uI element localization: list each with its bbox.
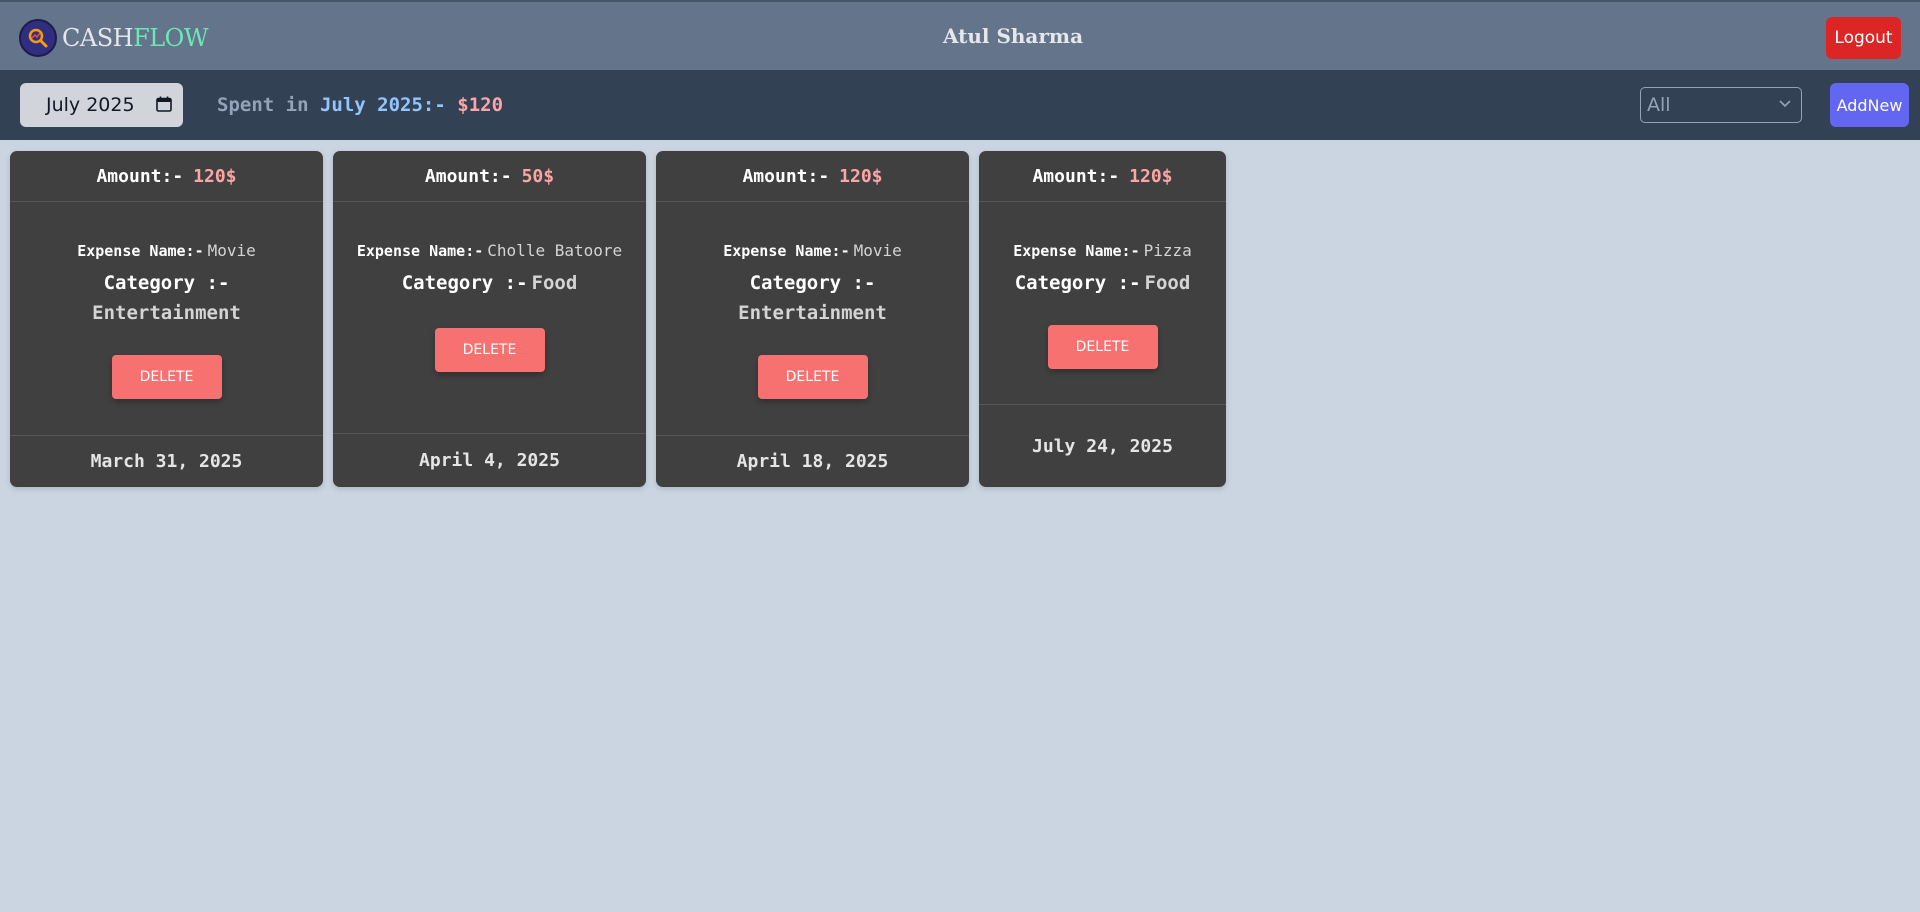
delete-button[interactable]: DELETE (757, 355, 868, 399)
expense-category: Entertainment (92, 302, 241, 324)
category-label: Category :- (1014, 272, 1141, 294)
amount-label: Amount:- (96, 165, 184, 187)
expense-name: Pizza (1143, 241, 1192, 260)
expense-date: July 24, 2025 (979, 404, 1226, 487)
chevron-down-icon (1779, 100, 1791, 108)
expense-category-row: Category :- Entertainment (676, 268, 949, 328)
spent-amount: $120 (457, 94, 504, 116)
user-name: Atul Sharma (942, 24, 1084, 48)
delete-button[interactable]: DELETE (1047, 325, 1158, 369)
expense-amount-row: Amount:- 120$ (656, 151, 969, 202)
month-picker-input[interactable]: July 2025 (20, 83, 183, 127)
amount-label: Amount:- (424, 165, 512, 187)
expense-amount: 120$ (193, 165, 237, 187)
amount-label: Amount:- (1032, 165, 1120, 187)
toolbar: July 2025 Spent in July 2025:- $120 All … (0, 70, 1920, 140)
expense-name: Movie (207, 241, 256, 260)
expense-name-row: Expense Name:- Movie (30, 237, 303, 265)
expense-date: April 4, 2025 (333, 433, 646, 487)
expense-category-row: Category :- Food (999, 268, 1206, 298)
category-label: Category :- (103, 272, 230, 294)
expense-category-row: Category :- Entertainment (30, 268, 303, 328)
top-navbar: CASHFLOW Atul Sharma Logout (0, 0, 1920, 70)
expense-amount-row: Amount:- 120$ (979, 151, 1226, 202)
expense-card: Amount:- 120$ Expense Name:- Pizza Catego… (979, 151, 1226, 487)
spent-month: July 2025:- (319, 94, 446, 116)
expense-amount: 50$ (521, 165, 555, 187)
expense-name-label: Expense Name:- (1013, 242, 1140, 260)
expense-amount-row: Amount:- 120$ (10, 151, 323, 202)
monthly-spent-summary: Spent in July 2025:- $120 (217, 94, 503, 116)
expense-name-row: Expense Name:- Movie (676, 237, 949, 265)
amount-label: Amount:- (742, 165, 830, 187)
calendar-icon[interactable] (156, 96, 172, 112)
logout-button[interactable]: Logout (1826, 17, 1901, 59)
expense-category-row: Category :- Food (353, 268, 626, 298)
expense-name-row: Expense Name:- Pizza (999, 237, 1206, 265)
expense-card: Amount:- 50$ Expense Name:- Cholle Batoor… (333, 151, 646, 487)
expense-name-label: Expense Name:- (356, 242, 484, 260)
delete-button[interactable]: DELETE (111, 355, 222, 399)
category-filter-select[interactable]: All (1640, 87, 1802, 123)
expense-name-label: Expense Name:- (723, 242, 850, 260)
category-filter-value: All (1647, 94, 1671, 116)
expense-category: Entertainment (738, 302, 887, 324)
expense-category: Food (1144, 272, 1191, 294)
delete-button[interactable]: DELETE (434, 328, 545, 372)
expense-name: Movie (853, 241, 902, 260)
spent-label: Spent in (217, 94, 309, 116)
expense-name-row: Expense Name:- Cholle Batoore (353, 237, 626, 265)
expense-amount-row: Amount:- 50$ (333, 151, 646, 202)
category-label: Category :- (401, 272, 528, 294)
add-new-button[interactable]: AddNew (1830, 83, 1909, 127)
expense-card: Amount:- 120$ Expense Name:- Movie Catego… (10, 151, 323, 487)
expense-date: March 31, 2025 (10, 435, 323, 487)
expense-name: Cholle Batoore (487, 241, 623, 260)
expense-amount: 120$ (1129, 165, 1173, 187)
expense-amount: 120$ (839, 165, 883, 187)
expense-name-label: Expense Name:- (77, 242, 204, 260)
expense-category: Food (531, 272, 578, 294)
category-label: Category :- (749, 272, 876, 294)
expense-date: April 18, 2025 (656, 435, 969, 487)
expense-card: Amount:- 120$ Expense Name:- Movie Catego… (656, 151, 969, 487)
month-picker-value: July 2025 (46, 94, 135, 116)
